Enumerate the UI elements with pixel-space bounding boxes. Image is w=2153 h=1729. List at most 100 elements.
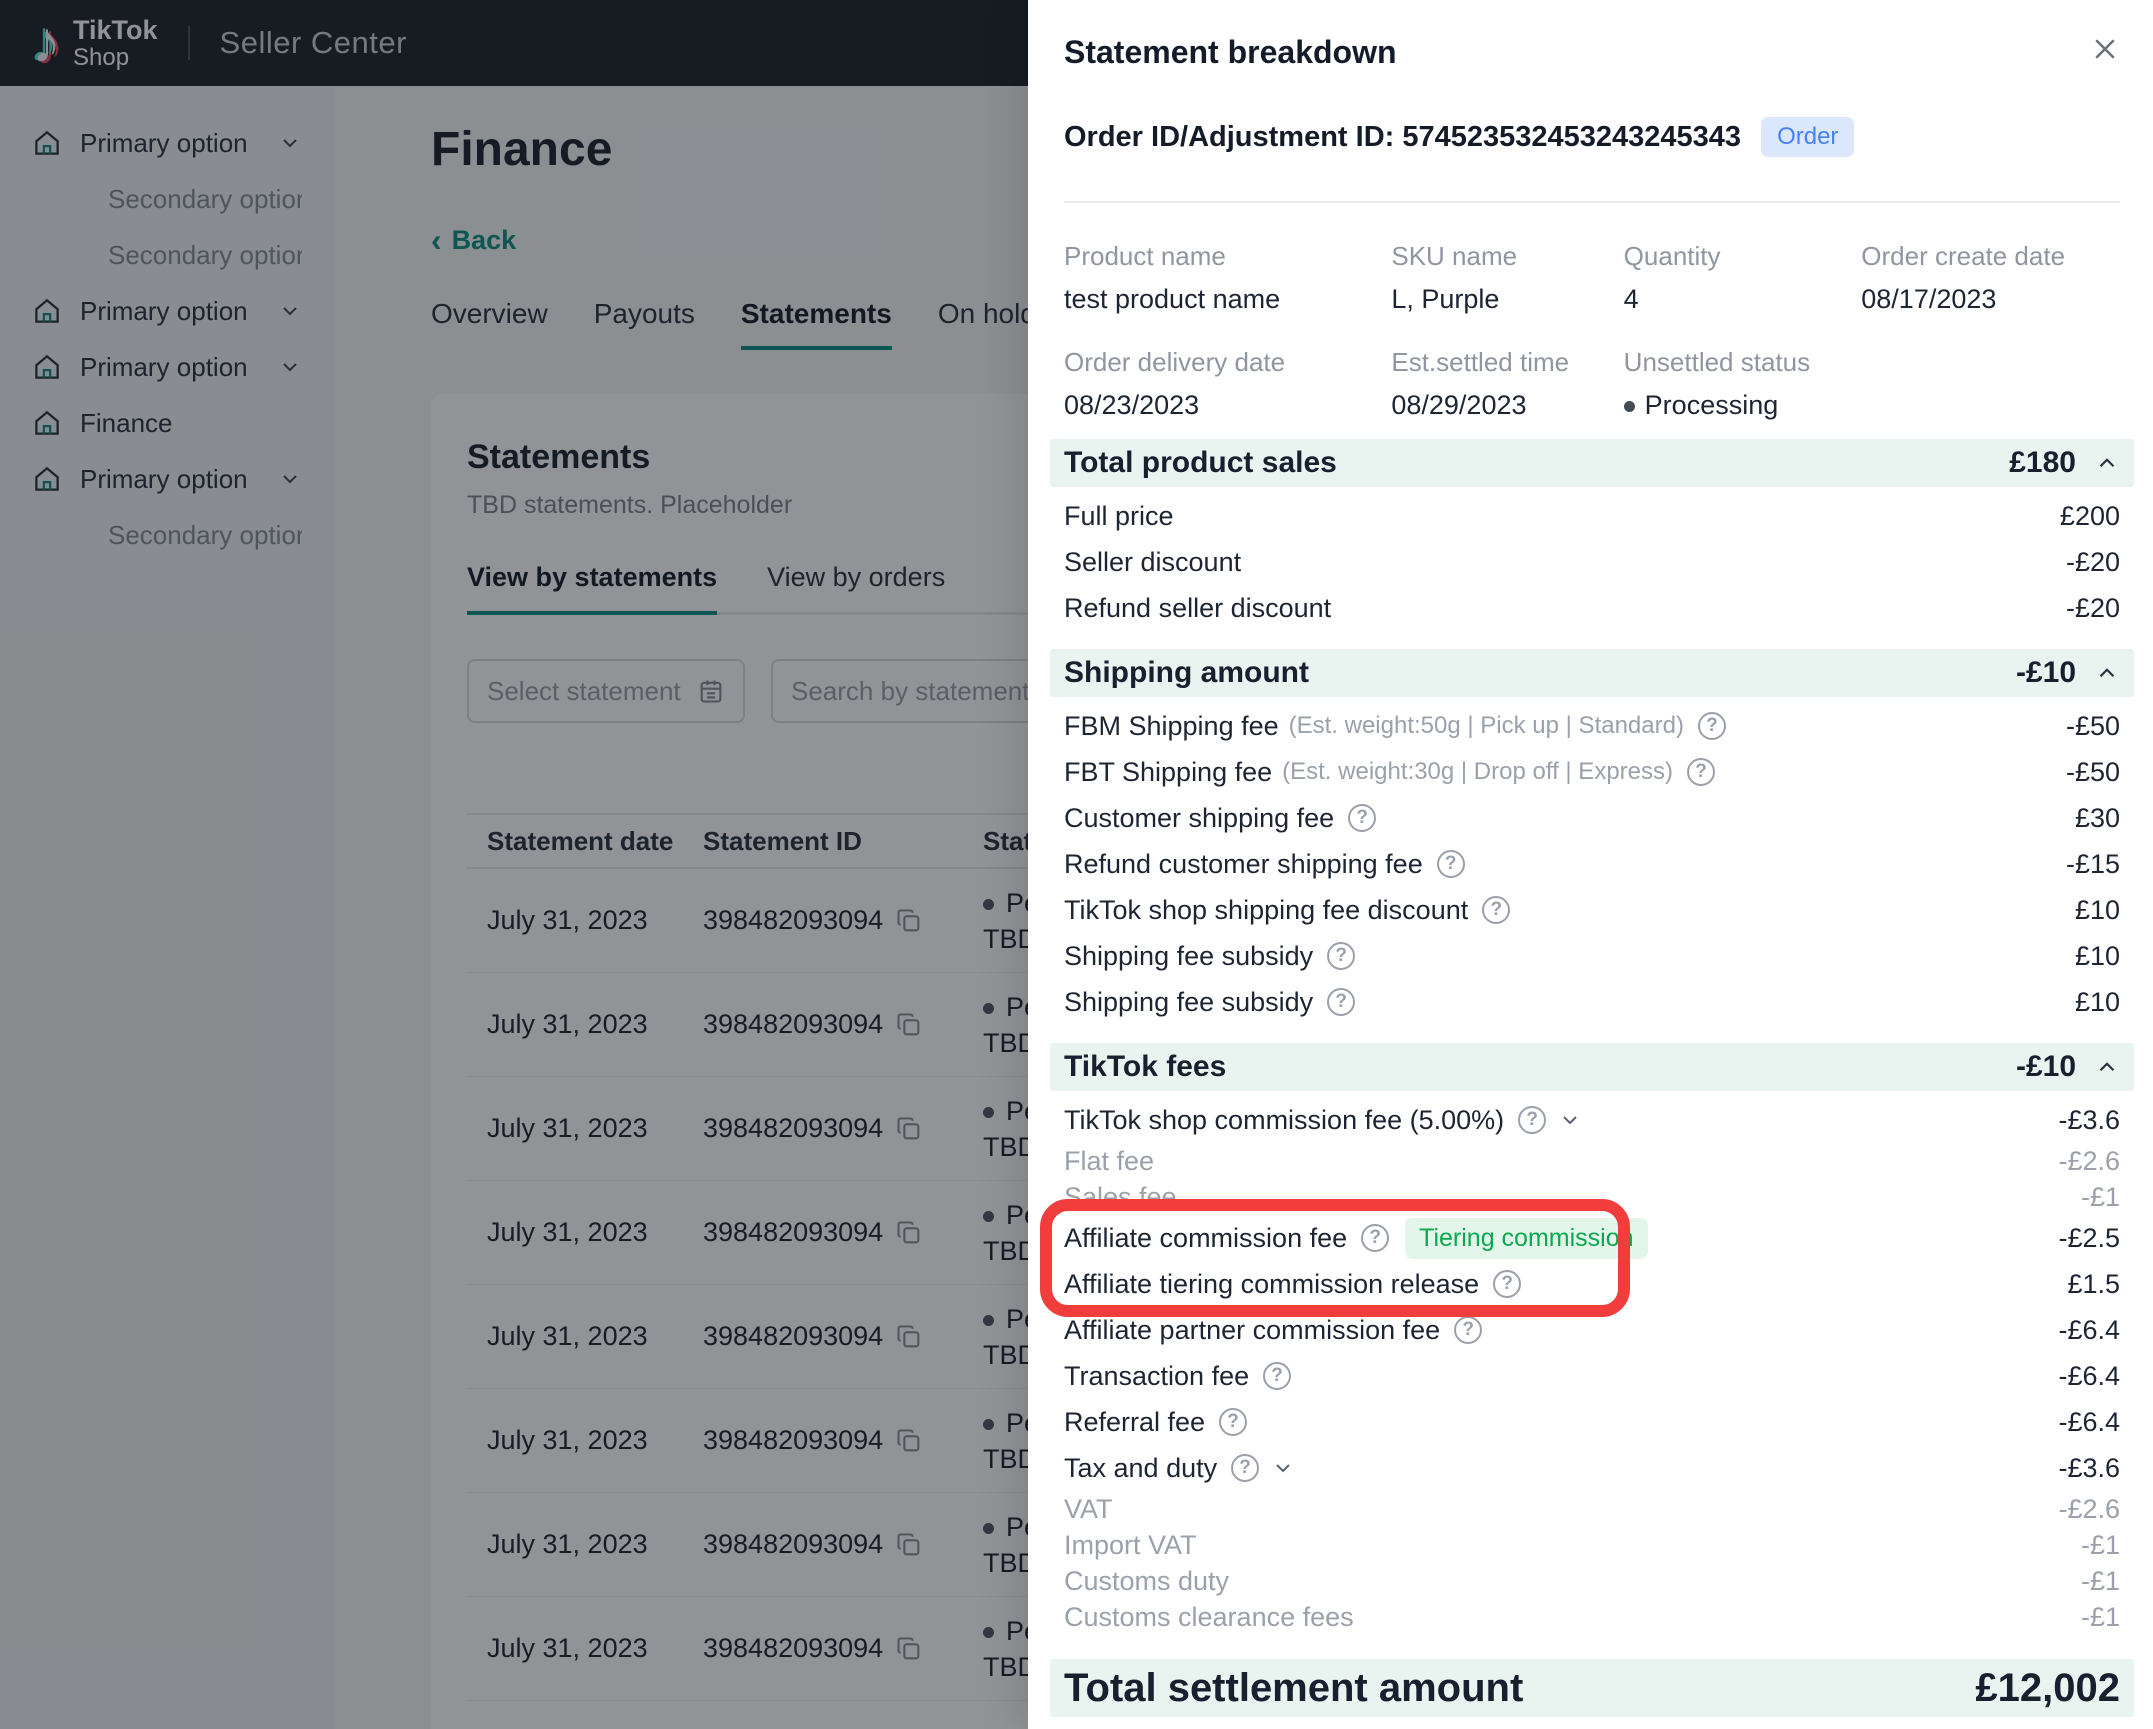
info-value: L, Purple bbox=[1391, 284, 1623, 315]
chevron-down-icon[interactable] bbox=[1271, 1456, 1295, 1480]
section-rows: FBM Shipping fee (Est. weight:50g | Pick… bbox=[1064, 703, 2120, 1025]
section-title: Shipping amount bbox=[1064, 656, 1309, 689]
fee-label: Customs clearance fees bbox=[1064, 1601, 1354, 1632]
fee-label: Transaction fee bbox=[1064, 1360, 1250, 1391]
help-icon[interactable]: ? bbox=[1436, 850, 1465, 878]
fee-value: -£1 bbox=[2080, 1565, 2120, 1596]
help-icon[interactable]: ? bbox=[1263, 1362, 1292, 1390]
help-icon[interactable]: ? bbox=[1361, 1224, 1390, 1252]
info-value-text: test product name bbox=[1064, 284, 1281, 314]
section-title: TikTok fees bbox=[1064, 1050, 1227, 1083]
fee-row: Customs clearance fees ? -£1 bbox=[1064, 1599, 2120, 1635]
fee-section: Total product sales £180 Full price ? bbox=[1050, 439, 2134, 631]
chevron-down-icon[interactable] bbox=[1558, 1108, 1582, 1132]
info-value: 4 bbox=[1624, 284, 1862, 315]
fee-value: -£2.6 bbox=[2058, 1493, 2120, 1524]
help-icon[interactable]: ? bbox=[1687, 758, 1715, 786]
fee-value: £10 bbox=[2074, 986, 2120, 1017]
fee-value: £30 bbox=[2074, 802, 2120, 833]
fee-value: -£50 bbox=[2065, 756, 2120, 787]
help-icon[interactable]: ? bbox=[1231, 1454, 1260, 1482]
help-icon[interactable]: ? bbox=[1697, 712, 1726, 740]
status-dot bbox=[1623, 401, 1635, 413]
total-settlement-value: £12,002 bbox=[1975, 1665, 2120, 1710]
fee-row: Flat fee ? -£2.6 bbox=[1064, 1143, 2120, 1179]
fee-row: Tax and duty ? -£3.6 bbox=[1064, 1445, 2120, 1491]
fee-value: -£20 bbox=[2065, 546, 2120, 577]
fee-row: Referral fee ? -£6.4 bbox=[1064, 1399, 2120, 1445]
info-label: Unsettled status bbox=[1623, 347, 1811, 377]
fee-row: Import VAT ? -£1 bbox=[1064, 1527, 2120, 1563]
fee-row: Affiliate partner commission fee ? -£6.4 bbox=[1064, 1307, 2120, 1353]
fee-label: Refund seller discount bbox=[1064, 592, 1332, 623]
chevron-up-icon[interactable] bbox=[2094, 1054, 2120, 1080]
order-info-grid: Product name test product name SKU name … bbox=[1064, 241, 2120, 421]
fee-value: -£1 bbox=[2080, 1601, 2120, 1632]
fee-value: £1.5 bbox=[2067, 1268, 2120, 1299]
modal-scrim[interactable] bbox=[0, 0, 1028, 1729]
fee-row: Shipping fee subsidy ? £10 bbox=[1064, 979, 2120, 1025]
fee-section: Shipping amount -£10 FBM Shipping fee (E… bbox=[1050, 649, 2134, 1025]
fee-value: -£20 bbox=[2065, 592, 2120, 623]
drawer-title: Statement breakdown bbox=[1064, 34, 1397, 70]
fee-label: Sales fee bbox=[1064, 1181, 1177, 1212]
fee-row: Affiliate commission fee ? Tiering commi… bbox=[1064, 1215, 2120, 1261]
section-total: -£10 bbox=[2015, 656, 2076, 689]
info-value-text: L, Purple bbox=[1391, 284, 1500, 314]
fee-row: Transaction fee ? -£6.4 bbox=[1064, 1353, 2120, 1399]
fee-section: TikTok fees -£10 TikTok shop commission … bbox=[1050, 1043, 2134, 1635]
chevron-up-icon[interactable] bbox=[2094, 450, 2120, 476]
fee-row: Shipping fee subsidy ? £10 bbox=[1064, 933, 2120, 979]
total-settlement-bar: Total settlement amount £12,002 bbox=[1050, 1659, 2134, 1717]
fee-row: Full price ? £200 bbox=[1064, 493, 2120, 539]
fee-value: -£2.6 bbox=[2058, 1145, 2120, 1176]
info-label: Quantity bbox=[1623, 241, 1721, 271]
fee-row: TikTok shop commission fee (5.00%) ? -£3… bbox=[1064, 1097, 2120, 1143]
fee-label: Full price bbox=[1064, 500, 1174, 531]
info-cell: Product name test product name bbox=[1064, 241, 1391, 315]
help-icon[interactable]: ? bbox=[1219, 1408, 1248, 1436]
help-icon[interactable]: ? bbox=[1327, 988, 1356, 1016]
fee-value: -£1 bbox=[2080, 1529, 2120, 1560]
fee-value: -£15 bbox=[2065, 848, 2120, 879]
help-icon[interactable]: ? bbox=[1482, 896, 1511, 924]
fee-value: -£6.4 bbox=[2058, 1314, 2120, 1345]
statement-breakdown-drawer: Statement breakdown Order ID/Adjustment … bbox=[1028, 0, 2153, 1729]
section-title: Total product sales bbox=[1064, 446, 1337, 479]
info-label: Order create date bbox=[1861, 241, 2066, 271]
help-icon[interactable]: ? bbox=[1348, 804, 1377, 832]
fee-label: TikTok shop shipping fee discount bbox=[1064, 894, 1469, 925]
close-icon[interactable] bbox=[2090, 34, 2120, 64]
help-icon[interactable]: ? bbox=[1493, 1270, 1522, 1298]
fee-value: -£3.6 bbox=[2058, 1104, 2120, 1135]
info-cell: SKU name L, Purple bbox=[1391, 241, 1623, 315]
help-icon[interactable]: ? bbox=[1454, 1316, 1483, 1344]
fee-label: Customs duty bbox=[1064, 1565, 1230, 1596]
section-header[interactable]: Total product sales £180 bbox=[1050, 439, 2134, 487]
help-icon[interactable]: ? bbox=[1518, 1106, 1547, 1134]
section-rows: Full price ? £200 Seller discount ? bbox=[1064, 493, 2120, 631]
fee-row: VAT ? -£2.6 bbox=[1064, 1491, 2120, 1527]
info-value-text: 08/23/2023 bbox=[1064, 390, 1200, 420]
fee-label: Seller discount bbox=[1064, 546, 1242, 577]
fee-label: FBM Shipping fee bbox=[1064, 710, 1279, 741]
info-value-text: 4 bbox=[1623, 284, 1639, 314]
fee-value: -£6.4 bbox=[2058, 1360, 2120, 1391]
fee-label: Affiliate commission fee bbox=[1064, 1222, 1348, 1253]
info-cell: Quantity 4 bbox=[1624, 241, 1862, 315]
help-icon[interactable]: ? bbox=[1327, 942, 1356, 970]
info-cell: Unsettled status Processing bbox=[1623, 347, 1862, 421]
section-rows: TikTok shop commission fee (5.00%) ? -£3… bbox=[1064, 1097, 2120, 1635]
fee-label: Import VAT bbox=[1064, 1529, 1197, 1560]
order-type-badge: Order bbox=[1761, 117, 1855, 157]
fee-label: Referral fee bbox=[1064, 1406, 1206, 1437]
info-label: Order delivery date bbox=[1064, 347, 1286, 377]
section-header[interactable]: TikTok fees -£10 bbox=[1050, 1043, 2134, 1091]
section-total: -£10 bbox=[2015, 1050, 2076, 1083]
info-value: 08/29/2023 bbox=[1391, 390, 1623, 421]
section-header[interactable]: Shipping amount -£10 bbox=[1050, 649, 2134, 697]
fee-label: TikTok shop commission fee (5.00%) bbox=[1064, 1104, 1505, 1135]
fee-label: Customer shipping fee bbox=[1064, 802, 1335, 833]
fee-row: Refund seller discount ? -£20 bbox=[1064, 585, 2120, 631]
chevron-up-icon[interactable] bbox=[2094, 660, 2120, 686]
